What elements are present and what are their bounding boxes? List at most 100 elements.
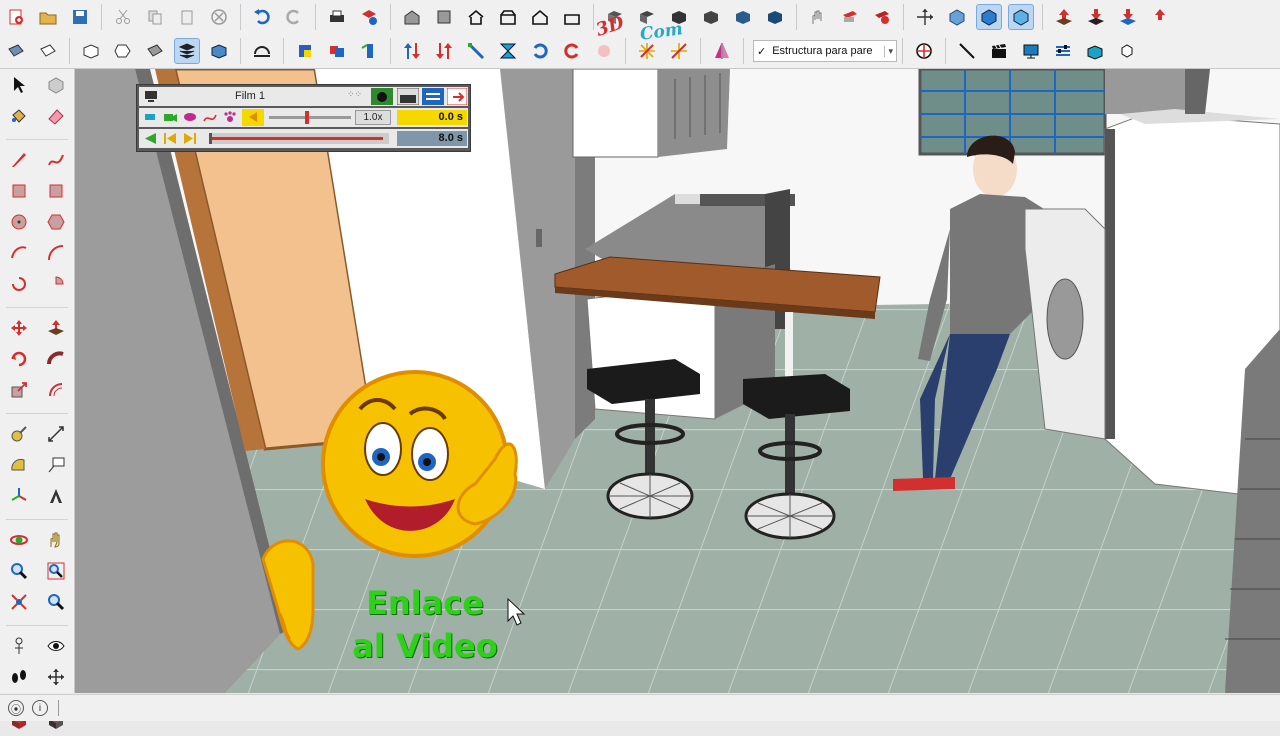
polygon-tool[interactable] <box>43 209 69 235</box>
back-view-button[interactable] <box>527 4 553 30</box>
arc-tool[interactable] <box>6 240 32 266</box>
text-tool[interactable] <box>43 452 69 478</box>
star-tool-2-button[interactable] <box>666 38 692 64</box>
iso-view-button[interactable] <box>399 4 425 30</box>
zoom-extents-tool[interactable] <box>6 589 32 615</box>
plugin-2-button[interactable] <box>324 38 350 64</box>
position-camera-tool[interactable] <box>6 633 32 659</box>
cut-button[interactable] <box>110 4 136 30</box>
select-tool[interactable] <box>6 72 32 98</box>
tape-measure-tool[interactable] <box>6 421 32 447</box>
eye-view-icon[interactable] <box>183 111 197 123</box>
right-view-button[interactable] <box>495 4 521 30</box>
speed-value[interactable]: 1.0x <box>355 110 391 125</box>
zoom-window-tool[interactable] <box>43 558 69 584</box>
paint-bucket-tool[interactable] <box>6 103 32 129</box>
sandbox-stamp-button[interactable] <box>1083 4 1109 30</box>
sandbox-smoove-button[interactable] <box>1051 4 1077 30</box>
shaded-button[interactable] <box>142 38 168 64</box>
paste-button[interactable] <box>174 4 200 30</box>
view-perspective-button[interactable] <box>976 4 1002 30</box>
play-reverse-icon[interactable] <box>143 132 157 145</box>
walk-tool-button[interactable] <box>805 4 831 30</box>
plugin-1-button[interactable] <box>292 38 318 64</box>
record-back-icon[interactable] <box>242 109 264 126</box>
timeline-thumb[interactable] <box>209 133 212 144</box>
plugin-8-button[interactable] <box>527 38 553 64</box>
line-tool[interactable] <box>6 147 32 173</box>
pan-tool[interactable] <box>43 527 69 553</box>
follow-me-button[interactable] <box>249 38 275 64</box>
style-shaded-button[interactable] <box>730 4 756 30</box>
style-hidden-button[interactable] <box>698 4 724 30</box>
layers-button[interactable] <box>174 38 200 64</box>
freehand-tool[interactable] <box>43 147 69 173</box>
section-plane-tool[interactable] <box>43 664 69 690</box>
previous-view-tool[interactable] <box>43 589 69 615</box>
view-parallel-button[interactable] <box>1008 4 1034 30</box>
go-end-icon[interactable] <box>183 132 197 145</box>
open-button[interactable] <box>35 4 61 30</box>
scale-tool[interactable] <box>6 377 32 403</box>
new-file-button[interactable] <box>3 4 29 30</box>
axes-tool[interactable] <box>6 483 32 509</box>
walk-tool[interactable] <box>6 664 32 690</box>
rotated-rectangle-tool[interactable] <box>43 178 69 204</box>
video-link-line2[interactable]: al Video <box>340 627 510 665</box>
presentation-button[interactable] <box>1018 38 1044 64</box>
film-reel-icon[interactable] <box>371 88 393 105</box>
exit-icon[interactable] <box>447 88 467 105</box>
left-view-button[interactable] <box>559 4 585 30</box>
dimension-tool[interactable] <box>43 421 69 447</box>
delete-button[interactable] <box>206 4 232 30</box>
front-view-button[interactable] <box>463 4 489 30</box>
two-point-arc-tool[interactable] <box>43 240 69 266</box>
eraser-tool[interactable] <box>43 103 69 129</box>
go-start-icon[interactable] <box>163 132 177 145</box>
plugin-9-button[interactable] <box>559 38 585 64</box>
redo-button[interactable] <box>281 4 307 30</box>
model-info-button[interactable] <box>356 4 382 30</box>
plugin-6-button[interactable] <box>463 38 489 64</box>
three-point-arc-tool[interactable] <box>6 271 32 297</box>
style-selector[interactable]: ✓ Estructura para pare ▾ <box>753 40 897 62</box>
protractor-tool[interactable] <box>6 452 32 478</box>
geolocation-status-icon[interactable]: ⦿ <box>8 700 24 716</box>
follow-me-tool[interactable] <box>43 346 69 372</box>
timeline-track[interactable] <box>209 133 389 144</box>
push-pull-tool[interactable] <box>43 315 69 341</box>
clapper-icon[interactable] <box>397 88 419 105</box>
solid-shade-button[interactable] <box>3 38 29 64</box>
zoom-tool[interactable] <box>6 558 32 584</box>
geo-location-button[interactable] <box>911 38 937 64</box>
paw-icon[interactable] <box>223 110 237 124</box>
section-plane-button[interactable] <box>837 4 863 30</box>
textured-button[interactable] <box>206 38 232 64</box>
axes-button[interactable] <box>912 4 938 30</box>
rectangle-tool[interactable] <box>6 178 32 204</box>
circle-tool[interactable] <box>6 209 32 235</box>
pie-tool[interactable] <box>43 271 69 297</box>
scenes-button[interactable] <box>986 38 1012 64</box>
settings-sliders-button[interactable] <box>1050 38 1076 64</box>
model-viewport[interactable]: Enlace al Video <box>75 69 1280 693</box>
hidden-line-button[interactable] <box>110 38 136 64</box>
sandbox-drape-button[interactable] <box>1115 4 1141 30</box>
drag-grip-icon[interactable]: ⁘⁘ <box>347 89 362 100</box>
plugin-4-button[interactable] <box>399 38 425 64</box>
top-view-button[interactable] <box>431 4 457 30</box>
credits-info-icon[interactable]: i <box>32 700 48 716</box>
copy-button[interactable] <box>142 4 168 30</box>
style-textured-button[interactable] <box>762 4 788 30</box>
make-component-tool[interactable] <box>43 72 69 98</box>
rotate-tool[interactable] <box>6 346 32 372</box>
cube-small-button[interactable] <box>1114 38 1140 64</box>
3d-text-tool[interactable] <box>43 483 69 509</box>
orbit-tool[interactable] <box>6 527 32 553</box>
video-link-line1[interactable]: Enlace <box>340 584 510 622</box>
line-tool-button[interactable] <box>954 38 980 64</box>
undo-button[interactable] <box>249 4 275 30</box>
plugin-7-button[interactable] <box>495 38 521 64</box>
camera-icon[interactable] <box>163 111 177 123</box>
offset-tool[interactable] <box>43 377 69 403</box>
